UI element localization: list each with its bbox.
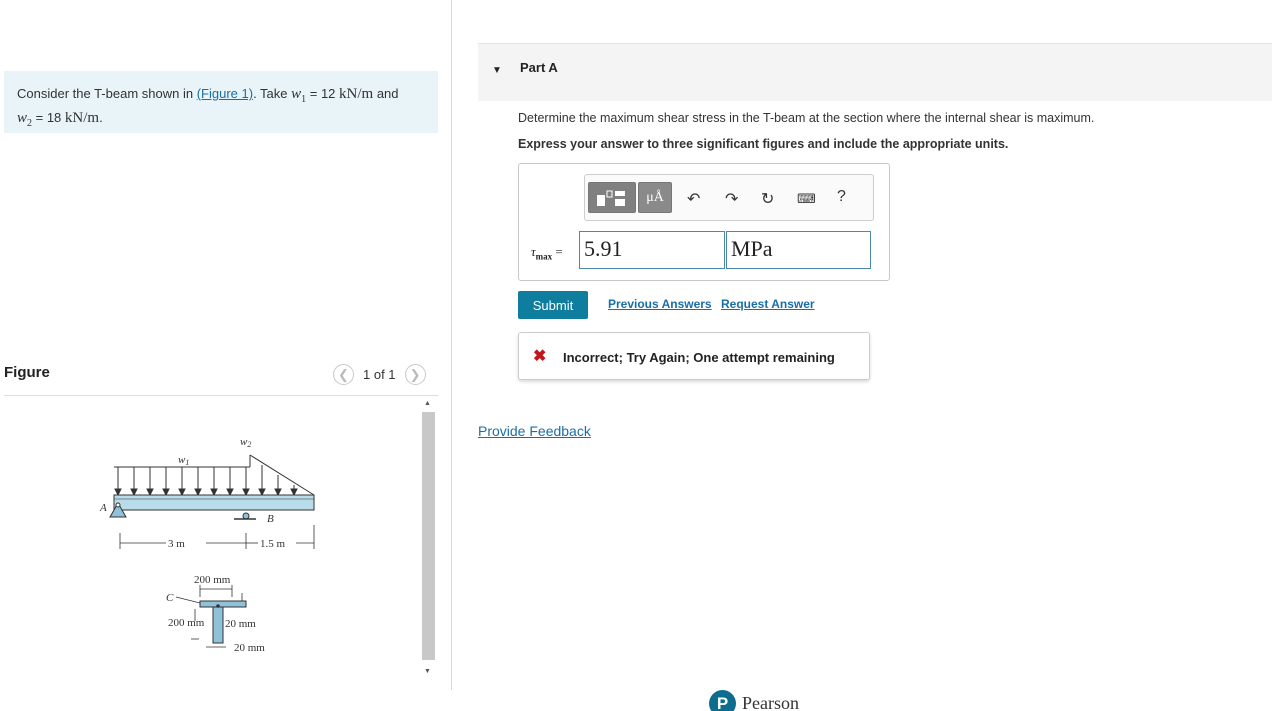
support-b bbox=[242, 512, 250, 520]
pearson-wordmark: Pearson bbox=[742, 693, 799, 711]
flange-thickness-label: 20 mm bbox=[225, 618, 256, 630]
beam bbox=[113, 494, 315, 511]
chevron-right-icon[interactable]: ❯ bbox=[404, 364, 426, 385]
collapse-triangle-icon[interactable]: ▼ bbox=[492, 65, 502, 76]
figure-title: Figure bbox=[4, 364, 50, 381]
t-beam-figure: w1 w2 A B 3 m 1.5 m 200 mm C 200 mm 20 m… bbox=[99, 436, 315, 654]
span2-label: 1.5 m bbox=[260, 538, 286, 550]
submit-button[interactable]: Submit bbox=[518, 291, 588, 319]
problem-statement: Consider the T-beam shown in (Figure 1).… bbox=[4, 71, 438, 133]
height-label: 200 mm bbox=[168, 617, 205, 629]
w1-unit: kN/m bbox=[339, 86, 374, 102]
question-text: Determine the maximum shear stress in th… bbox=[518, 111, 1095, 125]
units-icon[interactable]: μÅ bbox=[638, 182, 672, 213]
help-icon[interactable]: ? bbox=[837, 188, 846, 206]
label-a: A bbox=[99, 502, 107, 514]
figure-scrollbar[interactable]: ▲ ▼ bbox=[421, 398, 435, 684]
part-header[interactable]: ▼ Part A bbox=[478, 43, 1272, 101]
width-label: 200 mm bbox=[194, 574, 231, 586]
w2-unit: kN/m bbox=[64, 110, 100, 126]
svg-text:w2: w2 bbox=[240, 436, 251, 449]
span1-label: 3 m bbox=[168, 538, 185, 550]
problem-text: Consider the T-beam shown in bbox=[17, 86, 197, 101]
pearson-brand: P Pearson bbox=[709, 690, 799, 711]
pearson-logo-icon: P bbox=[709, 690, 736, 711]
answer-value-input[interactable]: 5.91 bbox=[579, 231, 725, 269]
incorrect-x-icon: ✖ bbox=[533, 348, 547, 365]
provide-feedback-link[interactable]: Provide Feedback bbox=[478, 423, 591, 439]
t-web bbox=[212, 606, 224, 644]
t-flange bbox=[199, 600, 247, 608]
feedback-message: Incorrect; Try Again; One attempt remain… bbox=[563, 350, 835, 365]
pager-text: 1 of 1 bbox=[363, 367, 396, 382]
reset-icon[interactable]: ↻ bbox=[761, 189, 774, 209]
figure-divider bbox=[4, 395, 438, 396]
scroll-down-icon[interactable]: ▼ bbox=[424, 668, 431, 675]
web-thickness-label: 20 mm bbox=[234, 642, 265, 654]
figure-link[interactable]: (Figure 1) bbox=[197, 86, 253, 101]
load-arrows bbox=[114, 465, 298, 497]
redo-icon[interactable]: ↷ bbox=[725, 189, 738, 209]
keyboard-icon[interactable]: ⌨ bbox=[797, 191, 816, 207]
w2-symbol: w2 bbox=[17, 110, 33, 129]
templates-icon[interactable] bbox=[588, 182, 636, 213]
w1-value: = 12 bbox=[306, 86, 340, 101]
problem-end: . bbox=[99, 110, 103, 125]
part-title: Part A bbox=[520, 60, 558, 75]
undo-icon[interactable]: ↶ bbox=[687, 189, 700, 209]
question-instruction: Express your answer to three significant… bbox=[518, 137, 1009, 151]
problem-text-take: . Take bbox=[253, 86, 292, 101]
answer-box: μÅ ↶ ↷ ↻ ⌨ ? τmax = 5.91 MPa bbox=[518, 163, 890, 281]
scrollbar-thumb[interactable] bbox=[422, 412, 435, 660]
label-b: B bbox=[267, 513, 274, 525]
chevron-left-icon[interactable]: ❮ bbox=[333, 364, 354, 385]
problem-and: and bbox=[373, 86, 399, 101]
math-toolbar: μÅ ↶ ↷ ↻ ⌨ ? bbox=[584, 174, 874, 221]
answer-units-input[interactable]: MPa bbox=[726, 231, 871, 269]
w1-symbol: w1 bbox=[291, 86, 307, 105]
feedback-message-box: ✖ Incorrect; Try Again; One attempt rema… bbox=[518, 332, 870, 380]
request-answer-link[interactable]: Request Answer bbox=[721, 297, 815, 311]
scroll-up-icon[interactable]: ▲ bbox=[424, 400, 431, 407]
label-c: C bbox=[166, 592, 174, 604]
answer-label: τmax = bbox=[531, 244, 563, 262]
w2-value: = 18 bbox=[32, 110, 65, 125]
figure-pager: ❮ 1 of 1 ❯ bbox=[333, 364, 426, 385]
pane-divider bbox=[451, 0, 452, 690]
svg-text:w1: w1 bbox=[178, 454, 189, 467]
previous-answers-link[interactable]: Previous Answers bbox=[608, 297, 712, 311]
